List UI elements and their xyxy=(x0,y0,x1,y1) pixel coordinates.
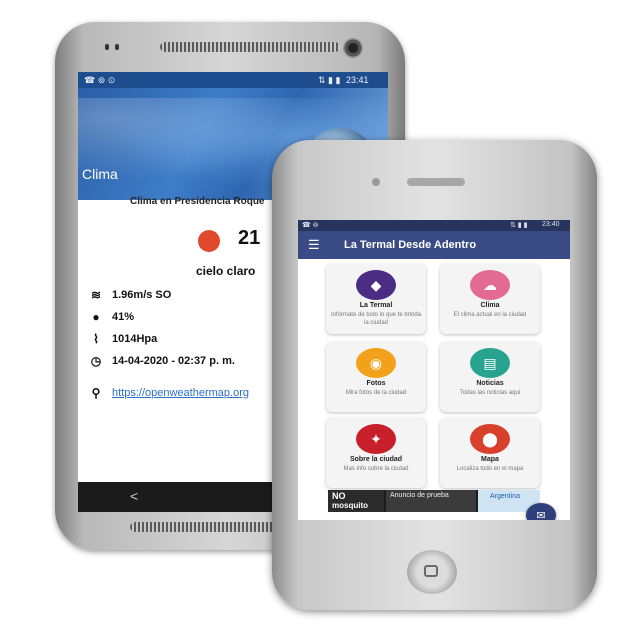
ad-center: Anuncio de prueba xyxy=(386,490,476,512)
ad-image-left: NO mosquito xyxy=(328,490,384,512)
ad-text-left: NO xyxy=(332,491,346,501)
header-title: Clima xyxy=(82,166,118,182)
card-title: Mapa xyxy=(481,456,499,463)
card-mapa[interactable]: ⬤ Mapa Localiza todo en el mapa xyxy=(440,418,540,488)
ad-banner[interactable]: NO mosquito Anuncio de prueba Argentina xyxy=(328,490,540,512)
sun-icon xyxy=(198,230,220,252)
card-sobre-la-ciudad[interactable]: ✦ Sobre la ciudad Mas info sobre la ciud… xyxy=(326,418,426,488)
pressure-value: 1014Hpa xyxy=(112,333,158,345)
card-desc: El clima actual en la ciudad xyxy=(453,312,527,318)
card-la-termal[interactable]: ◆ La Termal Informate de todo lo que te … xyxy=(326,264,426,334)
menu-icon[interactable]: ☰ xyxy=(308,237,320,253)
card-desc: Informate de todo lo que te brinda la ci… xyxy=(330,312,422,326)
sensor-dot xyxy=(105,44,109,50)
earpiece xyxy=(407,178,465,186)
card-title: La Termal xyxy=(359,302,393,309)
home-square-icon xyxy=(424,565,438,577)
humidity-value: 41% xyxy=(112,311,135,323)
ad-text-center: Anuncio de prueba xyxy=(390,492,449,499)
wind-value: 1.96m/s SO xyxy=(112,289,172,301)
status-bar: ☎ ⊚ ⇅ ▮ ▮ 23:40 xyxy=(298,220,570,231)
status-time: 23:41 xyxy=(346,75,369,85)
temperature: 21 xyxy=(238,227,261,249)
wind-icon: ≋ xyxy=(90,288,102,302)
front-camera xyxy=(343,38,363,58)
card-desc: Mas info sobre la ciudad xyxy=(343,466,409,472)
mail-icon: ✉ xyxy=(536,509,546,521)
card-title: Fotos xyxy=(366,380,386,387)
wind-row: ≋ 1.96m/s SO xyxy=(86,288,171,302)
compass-icon: ✦ xyxy=(356,424,396,454)
status-time: 23:40 xyxy=(542,221,560,228)
signal-battery-icons: ⇅ ▮ ▮ xyxy=(318,75,341,85)
location-label: Clima en Presidencia Roque xyxy=(130,196,265,207)
weather-condition: cielo claro xyxy=(196,264,256,278)
datetime-row: ◷ 14-04-2020 - 02:37 p. m. xyxy=(86,354,235,368)
weather-link[interactable]: https://openweathermap.org xyxy=(112,387,249,399)
notification-icons: ☎ ⊚ ⊙ xyxy=(84,75,116,85)
top-speaker-grille xyxy=(160,42,340,52)
news-icon: ▤ xyxy=(470,348,510,378)
ad-text-right: Argentina xyxy=(490,493,520,500)
card-noticias[interactable]: ▤ Noticias Todas las noticias aqui xyxy=(440,342,540,412)
drop-icon: ● xyxy=(92,310,100,324)
thermometer-icon: ⌇ xyxy=(93,332,99,346)
search-icon: ⚲ xyxy=(91,386,101,400)
card-title: Noticias xyxy=(476,380,504,387)
link-row: ⚲ https://openweathermap.org xyxy=(86,386,249,400)
card-desc: Todas las noticias aqui xyxy=(459,390,521,396)
status-bar: ☎ ⊚ ⊙ ⇅ ▮ ▮ 23:41 xyxy=(78,72,388,88)
clock-icon: ◷ xyxy=(90,354,102,368)
card-title: Sobre la ciudad xyxy=(349,456,403,463)
pressure-row: ⌇ 1014Hpa xyxy=(86,332,157,346)
cloud-icon: ☁ xyxy=(470,270,510,300)
back-button[interactable]: < xyxy=(130,488,138,504)
app-screen: ☎ ⊚ ⇅ ▮ ▮ 23:40 ☰ La Termal Desde Adentr… xyxy=(298,220,570,520)
sensor-dot xyxy=(115,44,119,50)
notification-icons: ☎ ⊚ xyxy=(302,222,319,229)
card-fotos[interactable]: ◉ Fotos Mira fotos de la ciudad xyxy=(326,342,426,412)
mail-fab[interactable]: ✉ xyxy=(526,503,556,520)
app-title: La Termal Desde Adentro xyxy=(344,239,477,251)
card-desc: Localiza todo en el mapa xyxy=(456,466,524,472)
ad-text-left2: mosquito xyxy=(332,501,368,510)
map-pin-icon: ⬤ xyxy=(470,424,510,454)
home-button[interactable] xyxy=(407,550,457,594)
signal-battery-icons: ⇅ ▮ ▮ xyxy=(510,222,528,229)
card-clima[interactable]: ☁ Clima El clima actual en la ciudad xyxy=(440,264,540,334)
datetime-value: 14-04-2020 - 02:37 p. m. xyxy=(112,355,235,367)
front-camera xyxy=(372,178,380,186)
card-desc: Mira fotos de la ciudad xyxy=(345,390,407,396)
camera-icon: ◉ xyxy=(356,348,396,378)
humidity-row: ● 41% xyxy=(86,310,134,324)
app-bar: ☰ La Termal Desde Adentro xyxy=(298,231,570,259)
card-title: Clima xyxy=(480,302,500,309)
tag-icon: ◆ xyxy=(356,270,396,300)
